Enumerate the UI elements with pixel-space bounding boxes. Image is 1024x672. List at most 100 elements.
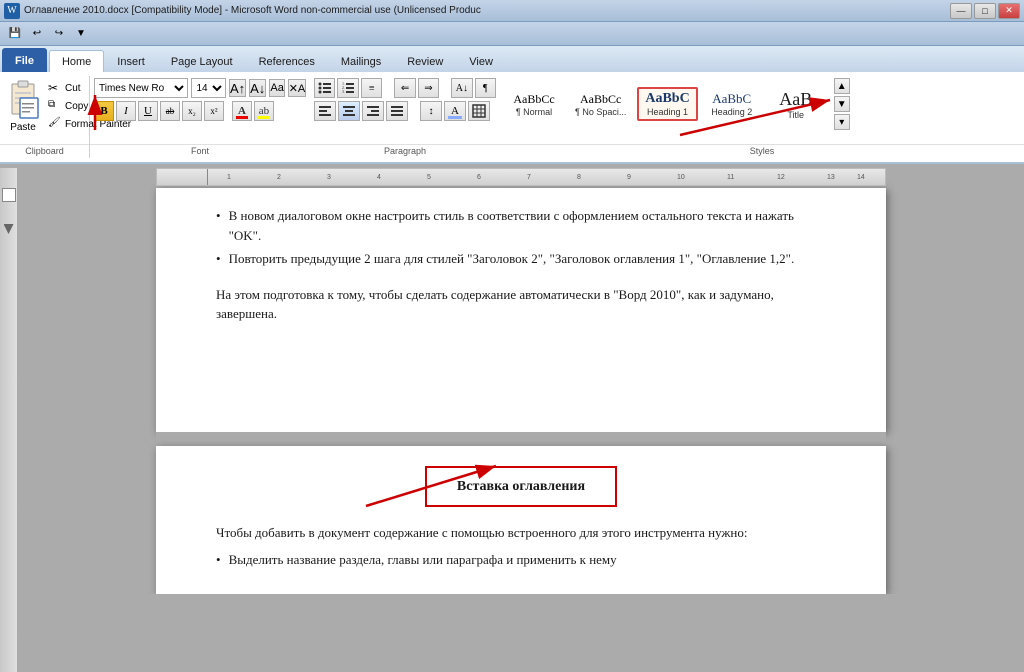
undo-quick-btn[interactable]: ↩ <box>28 25 46 43</box>
normal-label: ¶ Normal <box>516 107 552 117</box>
title-bar-text: Оглавление 2010.docx [Compatibility Mode… <box>24 5 481 16</box>
customize-quick-btn[interactable]: ▼ <box>72 25 90 43</box>
save-quick-btn[interactable]: 💾 <box>6 25 24 43</box>
font-name-select[interactable]: Times New Ro <box>94 78 188 98</box>
title-label: Title <box>787 110 804 120</box>
subscript-button[interactable]: x₂ <box>182 101 202 121</box>
close-button[interactable]: ✕ <box>998 3 1020 19</box>
heading2-style-preview: AaBbC <box>712 91 751 107</box>
clipboard-group-label: Clipboard <box>0 144 89 156</box>
style-heading1[interactable]: AaBbC Heading 1 <box>637 87 697 121</box>
no-spacing-label: ¶ No Spaci... <box>575 107 626 117</box>
insert-heading: Вставка оглавления <box>425 466 617 507</box>
view-ruler-btn[interactable] <box>2 188 16 202</box>
tab-home[interactable]: Home <box>49 50 104 72</box>
style-normal[interactable]: AaBbCc ¶ Normal <box>504 89 564 120</box>
styles-more[interactable]: ▾ <box>834 114 850 130</box>
font-size-select[interactable]: 14 <box>191 78 226 98</box>
clear-format-button[interactable]: ✕A <box>288 79 306 97</box>
page2-bullet1: • Выделить название раздела, главы или п… <box>216 550 826 570</box>
page-separator <box>156 432 886 446</box>
title-bar: W Оглавление 2010.docx [Compatibility Mo… <box>0 0 1024 22</box>
tab-page-layout[interactable]: Page Layout <box>158 50 246 72</box>
tab-review[interactable]: Review <box>394 50 456 72</box>
styles-group-label: Styles <box>500 144 1024 156</box>
styles-scroll-up[interactable]: ▲ <box>834 78 850 94</box>
page1: • В новом диалоговом окне настроить стил… <box>156 188 886 432</box>
title-preview: AaB <box>779 89 812 110</box>
borders-button[interactable] <box>468 101 490 121</box>
paste-button[interactable]: Paste <box>4 78 42 133</box>
paste-icon <box>4 78 42 122</box>
page1-bullet1: • В новом диалоговом окне настроить стил… <box>216 206 826 245</box>
redo-quick-btn[interactable]: ↪ <box>50 25 68 43</box>
justify-button[interactable] <box>386 101 408 121</box>
font-group: Times New Ro 14 A↑ A↓ Aa ✕A B I U ab x₂ … <box>90 76 310 158</box>
show-hide-button[interactable]: ¶ <box>475 78 496 98</box>
ribbon: Paste ✂ Cut ⧉ Copy 🖌 Format Painter Clip… <box>0 72 1024 164</box>
grow-font-button[interactable]: A↑ <box>229 79 246 97</box>
underline-button[interactable]: U <box>138 101 158 121</box>
strikethrough-button[interactable]: ab <box>160 101 180 121</box>
clipboard-group: Paste ✂ Cut ⧉ Copy 🖌 Format Painter Clip… <box>0 76 90 158</box>
superscript-button[interactable]: x² <box>204 101 224 121</box>
increase-indent-button[interactable]: ⇒ <box>418 78 439 98</box>
maximize-button[interactable]: □ <box>974 3 996 19</box>
sort-button[interactable]: A↓ <box>451 78 472 98</box>
highlight-button[interactable]: ab <box>254 101 274 121</box>
minimize-button[interactable]: — <box>950 3 972 19</box>
left-ruler <box>0 168 18 672</box>
page1-para1-text: На этом подготовка к тому, чтобы сделать… <box>216 287 774 322</box>
page1-para1: На этом подготовка к тому, чтобы сделать… <box>216 285 826 324</box>
font-group-label: Font <box>90 144 310 156</box>
copy-label: Copy <box>65 101 88 112</box>
heading1-label: Heading 1 <box>647 107 688 117</box>
align-left-button[interactable] <box>314 101 336 121</box>
italic-button[interactable]: I <box>116 101 136 121</box>
page2-para1: Чтобы добавить в документ содержание с п… <box>216 523 826 543</box>
text-color-button[interactable]: A <box>232 101 252 121</box>
tab-file[interactable]: File <box>2 48 47 72</box>
tab-view[interactable]: View <box>456 50 506 72</box>
page1-bullet1-text: В новом диалоговом окне настроить стиль … <box>229 206 826 245</box>
app-icon: W <box>4 3 20 19</box>
paragraph-group: 1.2.3. ≡ ⇐ ⇒ A↓ ¶ ↕ <box>310 76 500 158</box>
heading2-label: Heading 2 <box>711 107 752 117</box>
copy-icon: ⧉ <box>48 99 62 113</box>
numbering-button[interactable]: 1.2.3. <box>337 78 358 98</box>
align-right-button[interactable] <box>362 101 384 121</box>
page1-bullet2-text: Повторить предыдущие 2 шага для стилей "… <box>229 249 795 269</box>
cut-label: Cut <box>65 83 81 94</box>
bullets-button[interactable] <box>314 78 335 98</box>
paragraph-group-label: Paragraph <box>310 144 500 156</box>
style-title[interactable]: AaB Title <box>766 86 826 123</box>
line-spacing-button[interactable]: ↕ <box>420 101 442 121</box>
main-content: 1 2 3 4 5 6 7 8 9 10 11 12 13 14 • В нов… <box>0 164 1024 672</box>
svg-text:3.: 3. <box>342 89 345 94</box>
tab-mailings[interactable]: Mailings <box>328 50 394 72</box>
align-center-button[interactable] <box>338 101 360 121</box>
page2-bullet1-text: Выделить название раздела, главы или пар… <box>229 550 617 570</box>
ruler-marker-top <box>4 224 14 234</box>
quick-access-toolbar: 💾 ↩ ↪ ▼ <box>0 22 1024 46</box>
horizontal-ruler: 1 2 3 4 5 6 7 8 9 10 11 12 13 14 <box>156 168 886 186</box>
style-no-spacing[interactable]: AaBbCc ¶ No Spaci... <box>568 89 633 120</box>
styles-scroll-down[interactable]: ▼ <box>834 96 850 112</box>
multilevel-list-button[interactable]: ≡ <box>361 78 382 98</box>
ribbon-tabs: File Home Insert Page Layout References … <box>0 46 1024 72</box>
page2-para1-text: Чтобы добавить в документ содержание с п… <box>216 525 747 540</box>
tab-references[interactable]: References <box>246 50 328 72</box>
decrease-indent-button[interactable]: ⇐ <box>394 78 415 98</box>
change-case-button[interactable]: Aa <box>269 79 285 97</box>
paste-label: Paste <box>10 122 36 133</box>
format-painter-icon: 🖌 <box>48 117 62 131</box>
shrink-font-button[interactable]: A↓ <box>249 79 266 97</box>
cut-icon: ✂ <box>48 81 62 95</box>
tab-insert[interactable]: Insert <box>104 50 158 72</box>
normal-preview: AaBbCc <box>513 92 554 107</box>
heading1-style-preview: AaBbC <box>645 91 689 107</box>
bold-button[interactable]: B <box>94 101 114 121</box>
style-heading2[interactable]: AaBbC Heading 2 <box>702 88 762 120</box>
page1-bullet2: • Повторить предыдущие 2 шага для стилей… <box>216 249 826 269</box>
shading-button[interactable]: A <box>444 101 466 121</box>
